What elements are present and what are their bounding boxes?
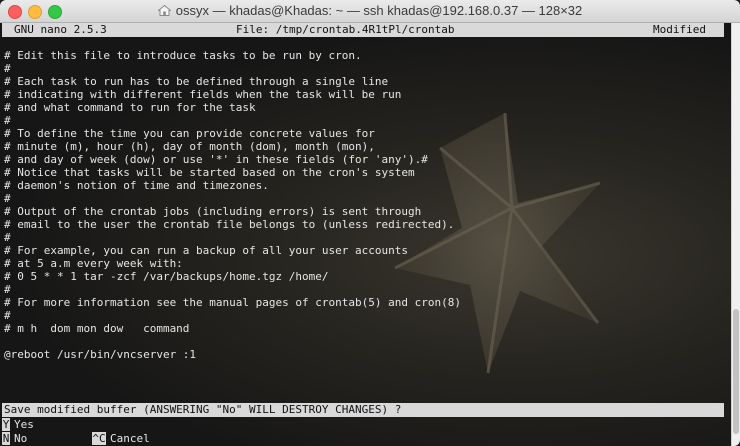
scrollbar-thumb[interactable] bbox=[733, 309, 739, 434]
yes-option-label[interactable]: Yes bbox=[14, 418, 34, 431]
buffer-line[interactable]: # Notice that tasks will be started base… bbox=[4, 166, 415, 179]
buffer-line[interactable]: # Each task to run has to be defined thr… bbox=[4, 75, 388, 88]
nano-editor: GNU nano 2.5.3 File: /tmp/crontab.4R1tPl… bbox=[0, 23, 728, 446]
no-shortcut-key[interactable]: N bbox=[2, 432, 10, 445]
close-window-button[interactable] bbox=[8, 5, 22, 19]
buffer-line[interactable]: # indicating with different fields when … bbox=[4, 88, 401, 101]
save-prompt-bar: Save modified buffer (ANSWERING "No" WIL… bbox=[2, 403, 724, 417]
buffer-line[interactable]: # bbox=[4, 192, 11, 205]
buffer-line[interactable]: @reboot /usr/bin/vncserver :1 bbox=[4, 348, 196, 361]
cancel-option-label[interactable]: Cancel bbox=[110, 432, 150, 445]
nano-version: GNU nano 2.5.3 bbox=[14, 23, 107, 36]
window-title-wrap: ossyx — khadas@Khadas: ~ — ssh khadas@19… bbox=[0, 0, 740, 22]
buffer-line[interactable]: # For example, you can run a backup of a… bbox=[4, 244, 408, 257]
buffer-line[interactable]: # and what command to run for the task bbox=[4, 101, 256, 114]
buffer-line[interactable]: # minute (m), hour (h), day of month (do… bbox=[4, 140, 375, 153]
buffer-line[interactable]: # bbox=[4, 309, 11, 322]
vertical-scrollbar[interactable] bbox=[731, 23, 740, 446]
zoom-window-button[interactable] bbox=[48, 5, 62, 19]
yes-shortcut-key[interactable]: Y bbox=[2, 418, 10, 431]
nano-file-name: File: /tmp/crontab.4R1tPl/crontab bbox=[236, 23, 455, 36]
buffer-line[interactable]: # bbox=[4, 62, 11, 75]
terminal-area[interactable]: GNU nano 2.5.3 File: /tmp/crontab.4R1tPl… bbox=[0, 23, 740, 446]
minimize-window-button[interactable] bbox=[28, 5, 42, 19]
buffer-line[interactable]: # For more information see the manual pa… bbox=[4, 296, 461, 309]
terminal-window: ossyx — khadas@Khadas: ~ — ssh khadas@19… bbox=[0, 0, 740, 446]
cancel-shortcut-key[interactable]: ^C bbox=[92, 432, 106, 445]
buffer-line[interactable]: # daemon's notion of time and timezones. bbox=[4, 179, 269, 192]
buffer-line[interactable]: # Output of the crontab jobs (including … bbox=[4, 205, 421, 218]
nano-modified-status: Modified bbox=[653, 23, 706, 36]
nano-header-bar: GNU nano 2.5.3 File: /tmp/crontab.4R1tPl… bbox=[2, 23, 724, 37]
buffer-line[interactable]: # bbox=[4, 114, 11, 127]
buffer-line[interactable]: # m h dom mon dow command bbox=[4, 322, 189, 335]
buffer-line[interactable]: # bbox=[4, 231, 11, 244]
home-icon bbox=[157, 5, 171, 16]
buffer-line[interactable]: # To define the time you can provide con… bbox=[4, 127, 375, 140]
buffer-line[interactable]: # bbox=[4, 283, 11, 296]
buffer-line[interactable]: # and day of week (dow) or use '*' in th… bbox=[4, 153, 428, 166]
title-bar: ossyx — khadas@Khadas: ~ — ssh khadas@19… bbox=[0, 0, 740, 23]
save-prompt-text: Save modified buffer (ANSWERING "No" WIL… bbox=[4, 403, 402, 416]
buffer-line[interactable]: # Edit this file to introduce tasks to b… bbox=[4, 49, 362, 62]
buffer-line[interactable]: # at 5 a.m every week with: bbox=[4, 257, 183, 270]
no-option-label[interactable]: No bbox=[14, 432, 27, 445]
buffer-line[interactable]: # email to the user the crontab file bel… bbox=[4, 218, 454, 231]
buffer-line[interactable]: # 0 5 * * 1 tar -zcf /var/backups/home.t… bbox=[4, 270, 329, 283]
window-title: ossyx — khadas@Khadas: ~ — ssh khadas@19… bbox=[175, 3, 583, 18]
